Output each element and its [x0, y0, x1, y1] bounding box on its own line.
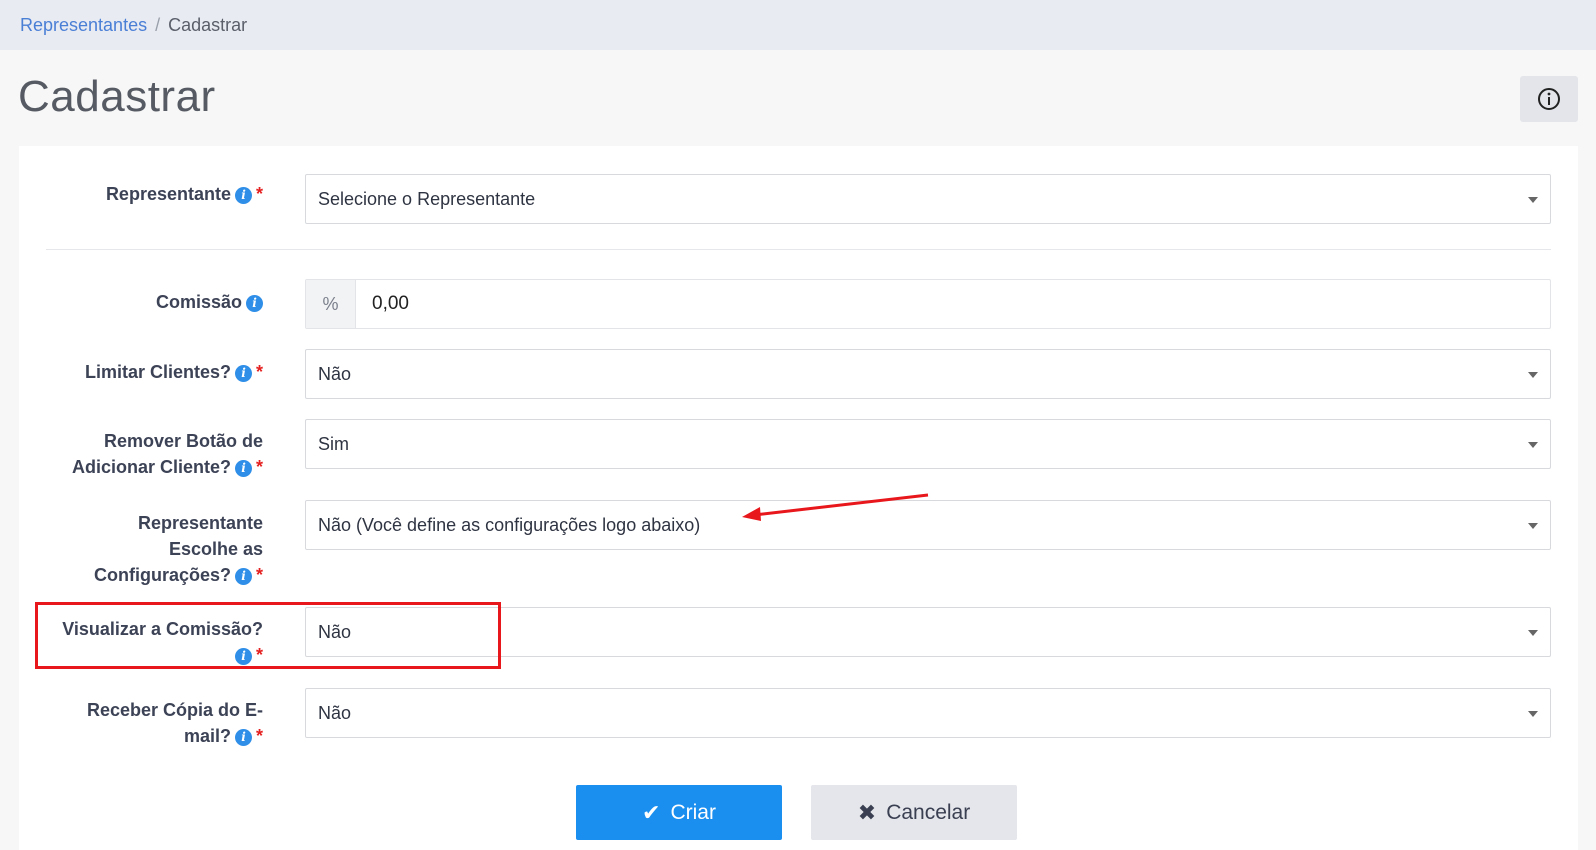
check-icon: ✔: [642, 799, 661, 825]
info-icon[interactable]: i: [246, 295, 263, 312]
required-mark: *: [255, 565, 263, 585]
info-icon[interactable]: i: [234, 568, 252, 585]
percent-addon: %: [306, 280, 356, 328]
remover-botao-select[interactable]: Sim: [305, 419, 1551, 469]
comissao-input-group: % 0,00: [305, 279, 1551, 329]
annotation-arrow-icon: [742, 493, 929, 521]
required-mark: *: [255, 184, 263, 204]
info-icon[interactable]: i: [234, 365, 252, 382]
caret-down-icon: [1528, 711, 1538, 717]
representante-select[interactable]: Selecione o Representante: [305, 174, 1551, 224]
required-mark: *: [255, 645, 263, 665]
info-icon[interactable]: i: [234, 648, 252, 665]
help-button[interactable]: [1520, 76, 1578, 122]
cancel-button[interactable]: ✖ Cancelar: [811, 785, 1017, 840]
comissao-input[interactable]: 0,00: [356, 280, 1550, 328]
times-icon: ✖: [857, 799, 877, 825]
caret-down-icon: [1528, 523, 1538, 529]
breadcrumb-link-representantes[interactable]: Representantes: [20, 15, 147, 36]
breadcrumb-current: Cadastrar: [168, 14, 248, 35]
required-mark: *: [255, 726, 263, 746]
receber-copia-select[interactable]: Não: [305, 688, 1551, 738]
breadcrumb: Representantes / Cadastrar: [0, 0, 1596, 50]
caret-down-icon: [1528, 197, 1538, 203]
visualizar-comissao-select[interactable]: Não: [305, 607, 1551, 657]
page-title: Cadastrar: [18, 72, 216, 121]
caret-down-icon: [1528, 630, 1538, 636]
info-icon[interactable]: i: [234, 187, 252, 204]
required-mark: *: [255, 457, 263, 477]
caret-down-icon: [1528, 372, 1538, 378]
info-icon[interactable]: i: [234, 729, 252, 746]
breadcrumb-separator: /: [155, 14, 161, 35]
caret-down-icon: [1528, 442, 1538, 448]
info-icon[interactable]: i: [234, 460, 252, 477]
create-button[interactable]: ✔ Criar: [576, 785, 782, 840]
divider: [46, 249, 1551, 250]
limitar-clientes-select[interactable]: Não: [305, 349, 1551, 399]
required-mark: *: [255, 362, 263, 382]
info-circle-icon: [1538, 88, 1560, 110]
